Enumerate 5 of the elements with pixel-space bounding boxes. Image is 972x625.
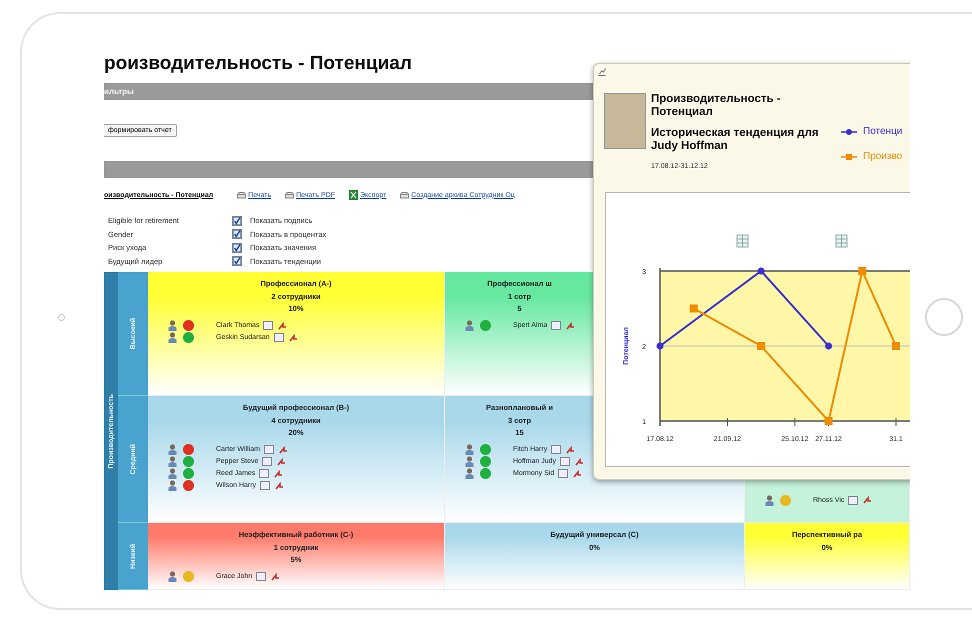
employee-name: Judy Hoffman [651,140,729,153]
popup-subtitle: Историческая тенденция для [651,127,820,140]
legend-label: Произво [863,151,902,162]
page-title: роизводительность - Потенциал [104,52,412,76]
legend-label: Потенци [863,126,902,137]
